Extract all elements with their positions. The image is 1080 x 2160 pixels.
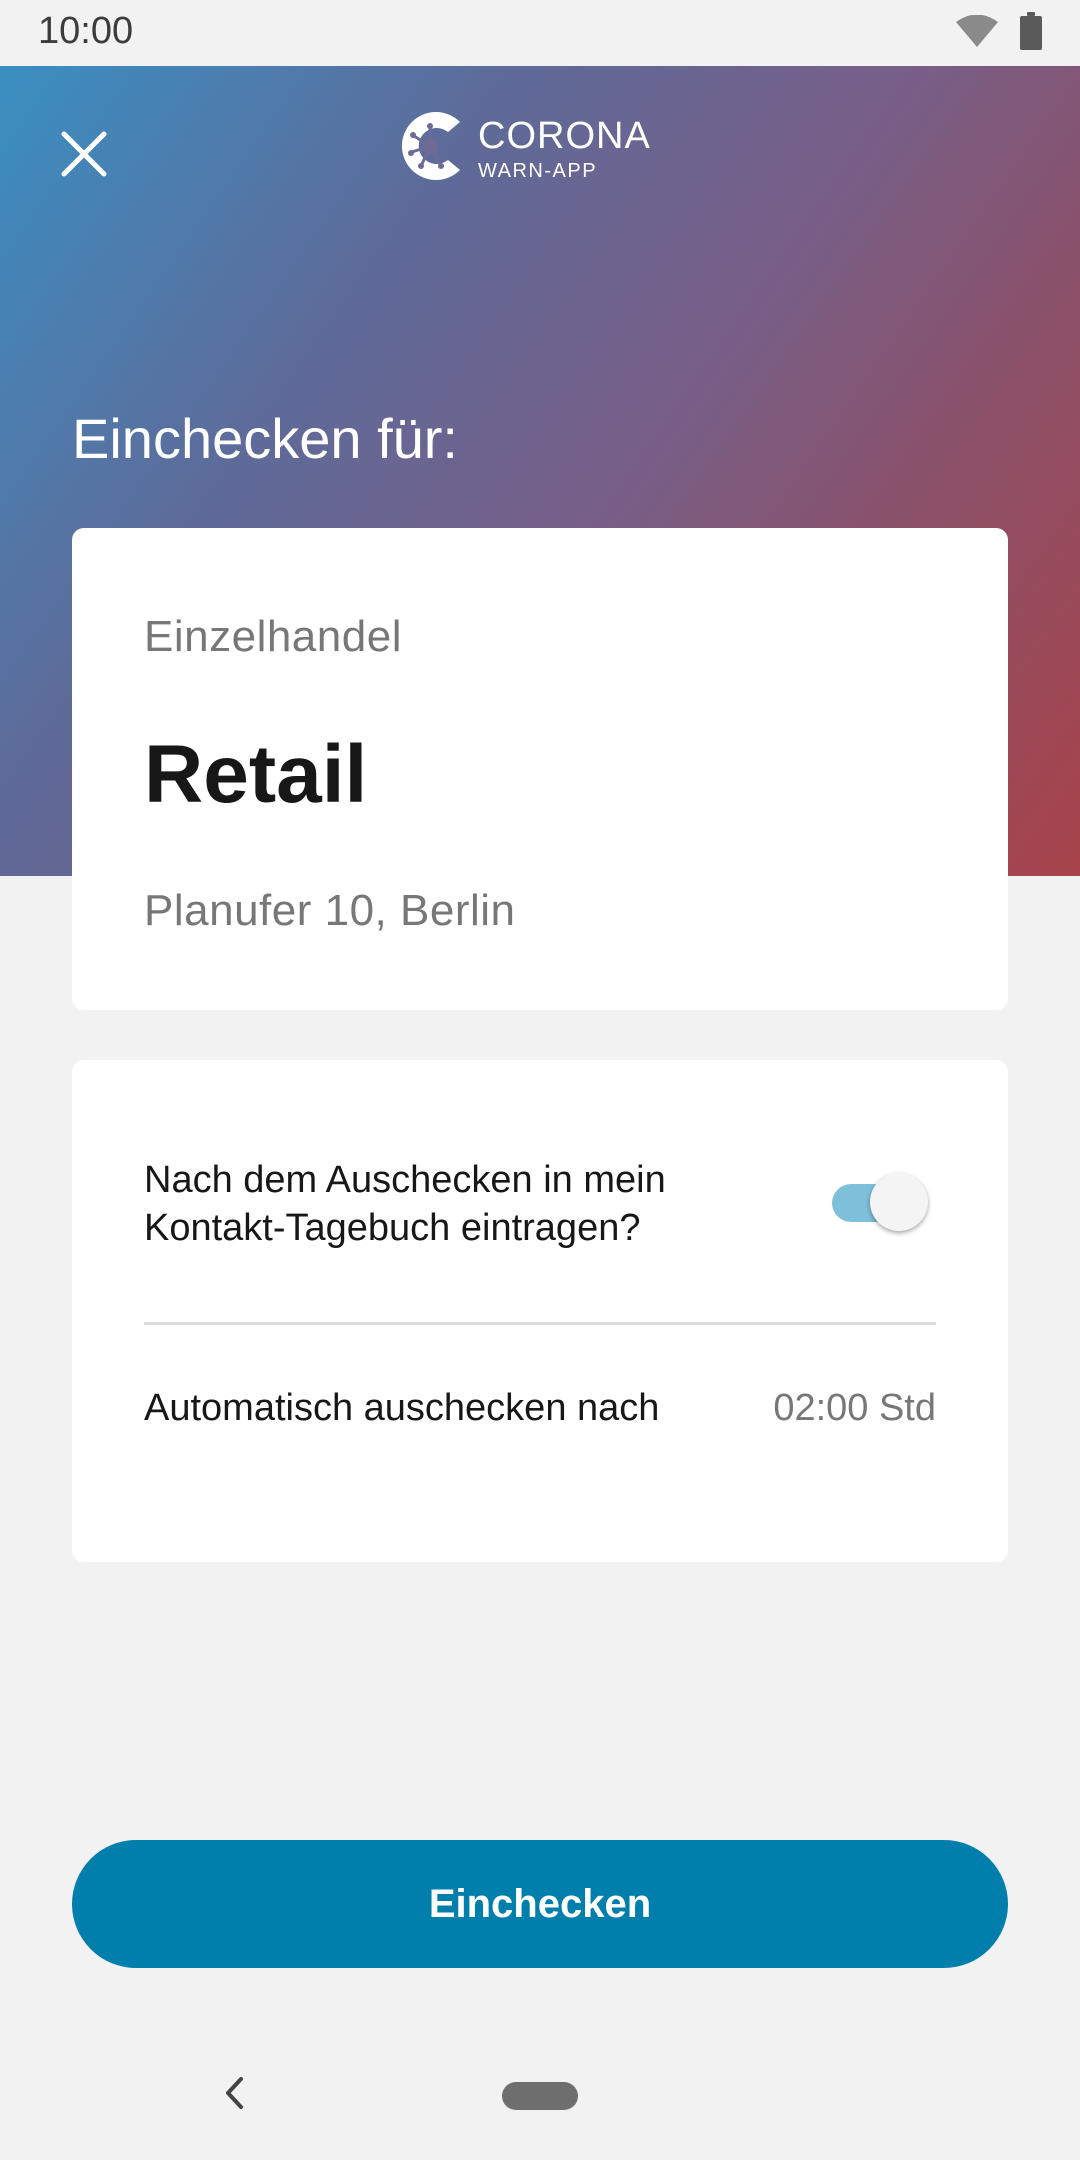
auto-checkout-value[interactable]: 02:00 Std xyxy=(773,1378,936,1438)
logo-subtitle: WARN-APP xyxy=(478,159,598,182)
back-button[interactable] xyxy=(210,2070,260,2120)
wifi-icon xyxy=(956,14,998,52)
back-icon xyxy=(223,2076,247,2115)
logo-text: CORONA WARN-APP xyxy=(478,117,651,181)
corona-logo-icon xyxy=(400,108,468,189)
close-button[interactable] xyxy=(48,120,120,192)
logo-title: CORONA xyxy=(478,114,651,157)
checkin-button[interactable]: Einchecken xyxy=(72,1840,1008,1968)
auto-checkout-label[interactable]: Automatisch auschecken nach xyxy=(144,1378,664,1438)
navigation-bar xyxy=(0,2026,1080,2160)
location-name: Retail xyxy=(144,729,368,820)
divider xyxy=(144,1322,936,1325)
status-time: 10:00 xyxy=(38,10,134,52)
settings-card: Nach dem Auschecken in mein Kontakt-Tage… xyxy=(72,1060,1008,1562)
battery-icon xyxy=(1020,11,1042,55)
location-card: Einzelhandel Retail Planufer 10, Berlin xyxy=(72,528,1008,1010)
status-bar: 10:00 xyxy=(0,0,1080,66)
close-icon xyxy=(60,130,108,183)
diary-toggle[interactable] xyxy=(828,1172,928,1232)
location-category: Einzelhandel xyxy=(144,612,402,661)
app-logo: CORONA WARN-APP xyxy=(400,108,651,189)
home-button[interactable] xyxy=(502,2082,578,2110)
page-title: Einchecken für: xyxy=(72,407,458,470)
diary-toggle-label: Nach dem Auschecken in mein Kontakt-Tage… xyxy=(144,1159,666,1249)
location-address: Planufer 10, Berlin xyxy=(144,886,516,935)
toggle-thumb xyxy=(870,1173,928,1231)
status-icons xyxy=(956,11,1042,55)
